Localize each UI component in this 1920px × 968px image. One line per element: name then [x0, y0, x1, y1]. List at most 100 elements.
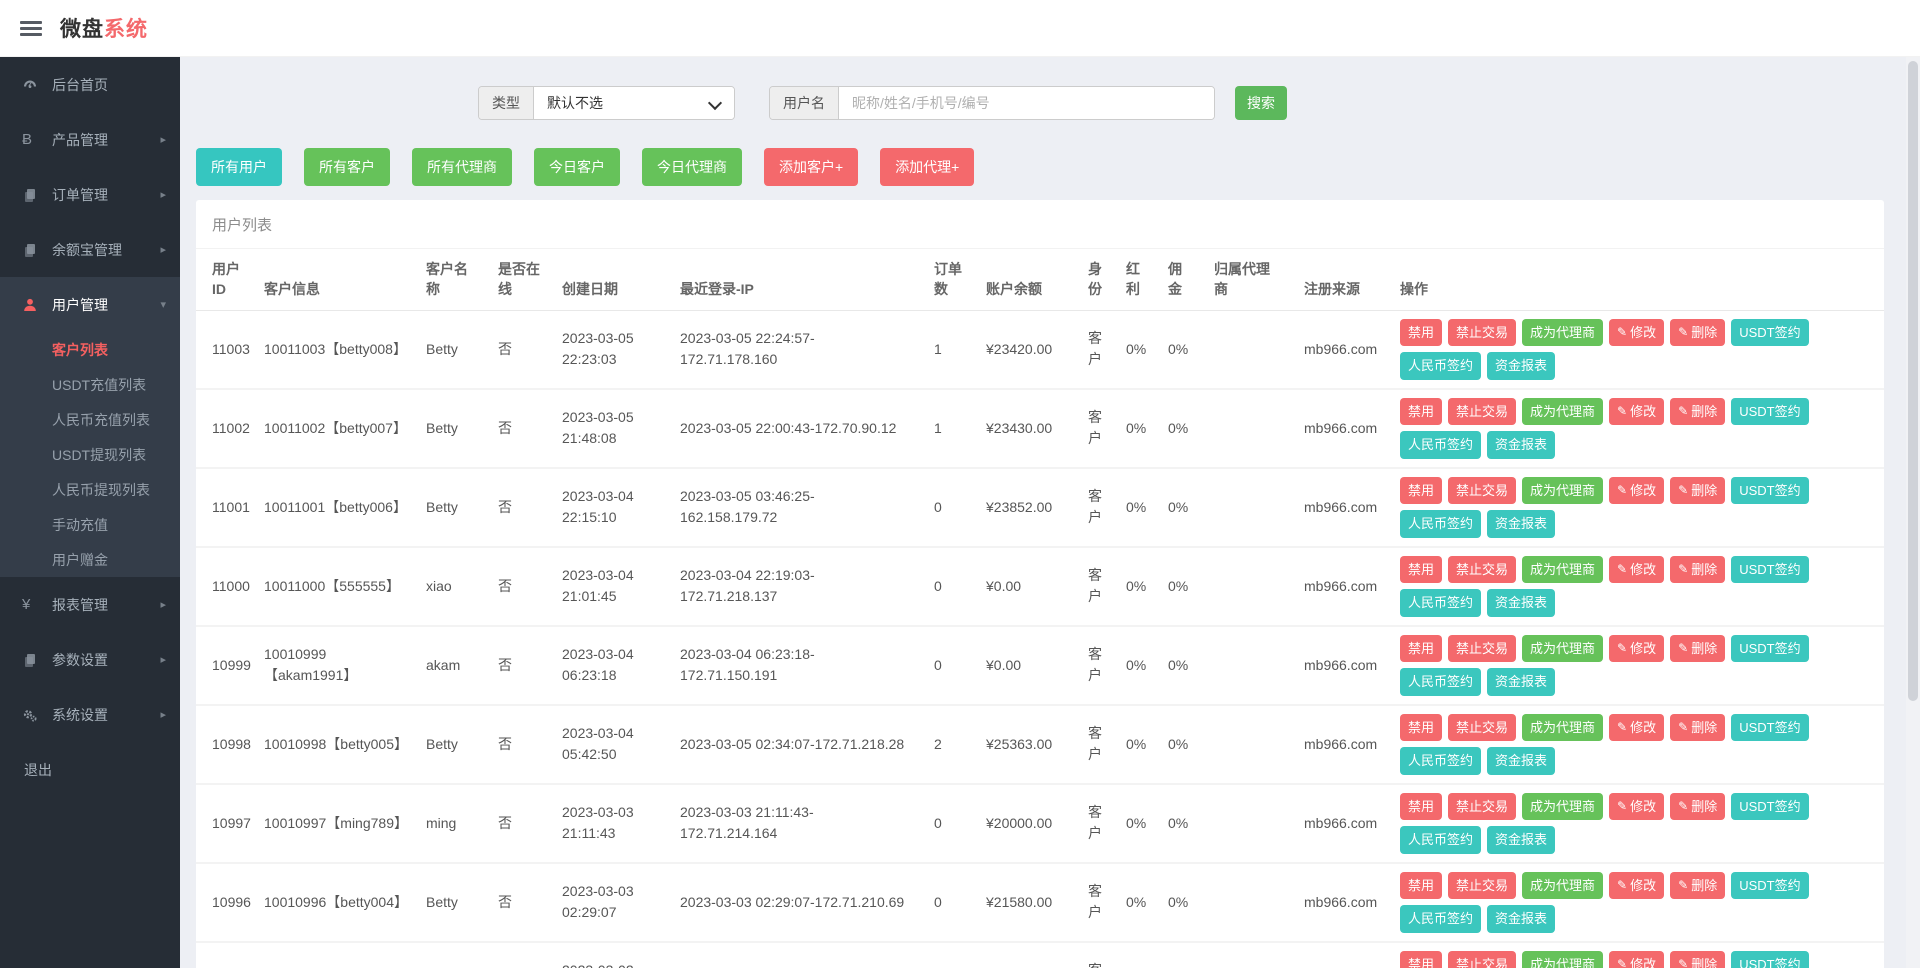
disable-button[interactable]: 禁用 — [1400, 556, 1442, 584]
delete-button[interactable]: ✎删除 — [1670, 398, 1725, 426]
disable-button[interactable]: 禁用 — [1400, 714, 1442, 742]
type-select[interactable]: 默认不选 — [534, 87, 734, 119]
usdt-sign-button[interactable]: USDT签约 — [1731, 872, 1808, 900]
search-button[interactable]: 搜索 — [1235, 86, 1287, 120]
fund-report-button[interactable]: 资金报表 — [1487, 668, 1555, 696]
edit-button[interactable]: ✎修改 — [1609, 556, 1664, 584]
edit-button[interactable]: ✎修改 — [1609, 477, 1664, 505]
usdt-sign-button[interactable]: USDT签约 — [1731, 556, 1808, 584]
usdt-sign-button[interactable]: USDT签约 — [1731, 951, 1808, 968]
sidebar-item-label: 报表管理 — [52, 595, 160, 615]
forbid-trade-button[interactable]: 禁止交易 — [1448, 951, 1516, 968]
scrollbar-thumb[interactable] — [1908, 61, 1918, 701]
usdt-sign-button[interactable]: USDT签约 — [1731, 477, 1808, 505]
scrollbar-track[interactable] — [1906, 57, 1920, 968]
usdt-sign-button[interactable]: USDT签约 — [1731, 319, 1808, 347]
disable-button[interactable]: 禁用 — [1400, 477, 1442, 505]
edit-button[interactable]: ✎修改 — [1609, 872, 1664, 900]
disable-button[interactable]: 禁用 — [1400, 319, 1442, 347]
become-agent-button[interactable]: 成为代理商 — [1522, 556, 1603, 584]
disable-button[interactable]: 禁用 — [1400, 951, 1442, 968]
disable-button[interactable]: 禁用 — [1400, 872, 1442, 900]
forbid-trade-button[interactable]: 禁止交易 — [1448, 872, 1516, 900]
become-agent-button[interactable]: 成为代理商 — [1522, 398, 1603, 426]
sidebar-item-reports[interactable]: ¥ 报表管理 ▸ — [0, 577, 180, 632]
usdt-sign-button[interactable]: USDT签约 — [1731, 793, 1808, 821]
fund-report-button[interactable]: 资金报表 — [1487, 589, 1555, 617]
become-agent-button[interactable]: 成为代理商 — [1522, 635, 1603, 663]
sidebar-item-orders[interactable]: 订单管理 ▸ — [0, 167, 180, 222]
submenu-item-cny-withdrawals[interactable]: 人民币提现列表 — [0, 472, 180, 507]
sidebar-item-dashboard[interactable]: 后台首页 — [0, 57, 180, 112]
all-agents-button[interactable]: 所有代理商 — [412, 148, 512, 186]
submenu-item-usdt-withdrawals[interactable]: USDT提现列表 — [0, 437, 180, 472]
sidebar-item-users[interactable]: 用户管理 ▾ — [0, 277, 180, 332]
cny-sign-button[interactable]: 人民币签约 — [1400, 826, 1481, 854]
delete-button[interactable]: ✎删除 — [1670, 714, 1725, 742]
fund-report-button[interactable]: 资金报表 — [1487, 352, 1555, 380]
delete-button[interactable]: ✎删除 — [1670, 319, 1725, 347]
sidebar-item-system-settings[interactable]: 系统设置 ▸ — [0, 687, 180, 742]
cny-sign-button[interactable]: 人民币签约 — [1400, 352, 1481, 380]
sidebar-item-logout[interactable]: 退出 — [0, 742, 180, 797]
forbid-trade-button[interactable]: 禁止交易 — [1448, 398, 1516, 426]
add-agent-button[interactable]: 添加代理+ — [880, 148, 974, 186]
delete-button[interactable]: ✎删除 — [1670, 635, 1725, 663]
fund-report-button[interactable]: 资金报表 — [1487, 747, 1555, 775]
become-agent-button[interactable]: 成为代理商 — [1522, 714, 1603, 742]
forbid-trade-button[interactable]: 禁止交易 — [1448, 635, 1516, 663]
sidebar-item-yuebao[interactable]: 余额宝管理 ▸ — [0, 222, 180, 277]
edit-button[interactable]: ✎修改 — [1609, 793, 1664, 821]
delete-button[interactable]: ✎删除 — [1670, 556, 1725, 584]
fund-report-button[interactable]: 资金报表 — [1487, 905, 1555, 933]
forbid-trade-button[interactable]: 禁止交易 — [1448, 714, 1516, 742]
disable-button[interactable]: 禁用 — [1400, 398, 1442, 426]
cny-sign-button[interactable]: 人民币签约 — [1400, 589, 1481, 617]
fund-report-button[interactable]: 资金报表 — [1487, 510, 1555, 538]
usdt-sign-button[interactable]: USDT签约 — [1731, 398, 1808, 426]
forbid-trade-button[interactable]: 禁止交易 — [1448, 793, 1516, 821]
fund-report-button[interactable]: 资金报表 — [1487, 826, 1555, 854]
delete-button[interactable]: ✎删除 — [1670, 477, 1725, 505]
add-customer-button[interactable]: 添加客户+ — [764, 148, 858, 186]
edit-button[interactable]: ✎修改 — [1609, 319, 1664, 347]
become-agent-button[interactable]: 成为代理商 — [1522, 793, 1603, 821]
submenu-item-manual-recharge[interactable]: 手动充值 — [0, 507, 180, 542]
delete-button[interactable]: ✎删除 — [1670, 872, 1725, 900]
submenu-item-cny-deposits[interactable]: 人民币充值列表 — [0, 402, 180, 437]
edit-button[interactable]: ✎修改 — [1609, 398, 1664, 426]
edit-button[interactable]: ✎修改 — [1609, 951, 1664, 968]
submenu-item-customer-list[interactable]: 客户列表 — [0, 332, 180, 367]
delete-button[interactable]: ✎删除 — [1670, 951, 1725, 968]
forbid-trade-button[interactable]: 禁止交易 — [1448, 319, 1516, 347]
username-input[interactable] — [839, 87, 1214, 119]
submenu-item-user-bonus[interactable]: 用户赠金 — [0, 542, 180, 577]
fund-report-button[interactable]: 资金报表 — [1487, 431, 1555, 459]
submenu-item-usdt-deposits[interactable]: USDT充值列表 — [0, 367, 180, 402]
disable-button[interactable]: 禁用 — [1400, 635, 1442, 663]
usdt-sign-button[interactable]: USDT签约 — [1731, 714, 1808, 742]
sidebar-item-parameters[interactable]: 参数设置 ▸ — [0, 632, 180, 687]
edit-button[interactable]: ✎修改 — [1609, 635, 1664, 663]
become-agent-button[interactable]: 成为代理商 — [1522, 872, 1603, 900]
today-agents-button[interactable]: 今日代理商 — [642, 148, 742, 186]
forbid-trade-button[interactable]: 禁止交易 — [1448, 477, 1516, 505]
cny-sign-button[interactable]: 人民币签约 — [1400, 431, 1481, 459]
all-customers-button[interactable]: 所有客户 — [304, 148, 390, 186]
cny-sign-button[interactable]: 人民币签约 — [1400, 905, 1481, 933]
cny-sign-button[interactable]: 人民币签约 — [1400, 747, 1481, 775]
become-agent-button[interactable]: 成为代理商 — [1522, 951, 1603, 968]
become-agent-button[interactable]: 成为代理商 — [1522, 477, 1603, 505]
delete-button[interactable]: ✎删除 — [1670, 793, 1725, 821]
hamburger-menu-icon[interactable] — [20, 18, 42, 39]
today-customers-button[interactable]: 今日客户 — [534, 148, 620, 186]
disable-button[interactable]: 禁用 — [1400, 793, 1442, 821]
edit-button[interactable]: ✎修改 — [1609, 714, 1664, 742]
forbid-trade-button[interactable]: 禁止交易 — [1448, 556, 1516, 584]
cny-sign-button[interactable]: 人民币签约 — [1400, 668, 1481, 696]
cny-sign-button[interactable]: 人民币签约 — [1400, 510, 1481, 538]
sidebar-item-products[interactable]: Ƀ 产品管理 ▸ — [0, 112, 180, 167]
all-users-button[interactable]: 所有用户 — [196, 148, 282, 186]
become-agent-button[interactable]: 成为代理商 — [1522, 319, 1603, 347]
usdt-sign-button[interactable]: USDT签约 — [1731, 635, 1808, 663]
